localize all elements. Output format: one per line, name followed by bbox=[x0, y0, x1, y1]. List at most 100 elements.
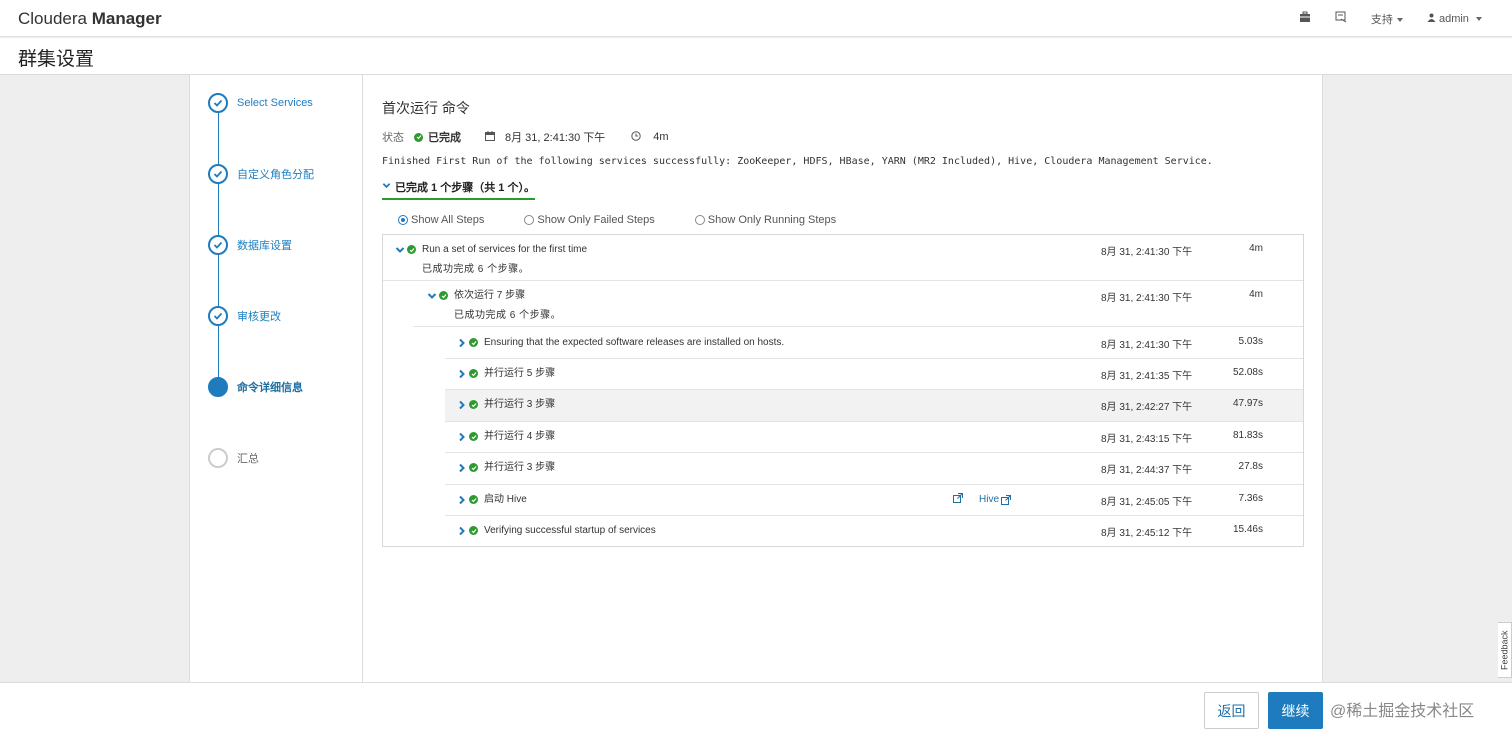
wizard-step-command-details[interactable]: 命令详细信息 bbox=[208, 377, 303, 397]
step-duration: 7.36s bbox=[1238, 493, 1263, 504]
step-time: 8月 31, 2:41:35 下午 bbox=[1101, 371, 1193, 382]
success-check-icon bbox=[414, 132, 423, 142]
calendar-icon bbox=[485, 130, 495, 144]
user-name: admin bbox=[1438, 12, 1469, 25]
steps-table: Run a set of services for the first time… bbox=[382, 234, 1304, 547]
wizard-footer: 返回 继续 @稀土掘金技术社区 bbox=[0, 682, 1512, 738]
wizard-step-review-changes[interactable]: 审核更改 bbox=[208, 306, 281, 326]
success-check-icon bbox=[469, 463, 478, 472]
step-name: 并行运行 5 步骤 bbox=[484, 368, 556, 379]
wizard-step-label: Select Services bbox=[237, 97, 313, 109]
filter-running-steps[interactable]: Show Only Running Steps bbox=[694, 214, 837, 226]
external-link-icon[interactable] bbox=[953, 493, 963, 506]
wizard-step-label: 审核更改 bbox=[237, 311, 281, 323]
check-icon bbox=[208, 235, 228, 255]
active-step-dot-icon bbox=[208, 377, 228, 397]
step-time: 8月 31, 2:41:30 下午 bbox=[1101, 340, 1193, 351]
running-commands-icon[interactable] bbox=[1335, 11, 1347, 26]
success-check-icon bbox=[439, 291, 448, 300]
wizard-step-select-services[interactable]: Select Services bbox=[208, 93, 313, 113]
step-name: 启动 Hive bbox=[484, 494, 527, 505]
page-title: 群集设置 bbox=[18, 49, 95, 70]
step-subtext: 已成功完成 6 个步骤。 bbox=[454, 310, 562, 321]
step-row[interactable]: Ensuring that the expected software rele… bbox=[445, 327, 1303, 359]
step-duration: 5.03s bbox=[1238, 336, 1263, 347]
step-row-root[interactable]: Run a set of services for the first time… bbox=[383, 235, 1303, 281]
step-row[interactable]: 启动 Hive Hive 8月 31, 2:45:05 下午 7.36s bbox=[445, 485, 1303, 516]
user-menu[interactable]: admin bbox=[1427, 13, 1482, 25]
step-row[interactable]: Verifying successful startup of services… bbox=[445, 516, 1303, 547]
step-time: 8月 31, 2:41:30 下午 bbox=[1101, 293, 1193, 304]
chevron-right-icon[interactable] bbox=[457, 400, 467, 410]
step-name: Ensuring that the expected software rele… bbox=[484, 337, 785, 348]
success-check-icon bbox=[407, 245, 416, 254]
success-check-icon bbox=[469, 369, 478, 378]
step-time: 8月 31, 2:43:15 下午 bbox=[1101, 434, 1193, 445]
step-row[interactable]: 并行运行 3 步骤 8月 31, 2:44:37 下午 27.8s bbox=[445, 453, 1303, 485]
wizard-step-label: 数据库设置 bbox=[237, 240, 292, 252]
wizard-step-label: 自定义角色分配 bbox=[237, 169, 314, 181]
chevron-right-icon[interactable] bbox=[457, 495, 467, 505]
steps-summary-toggle[interactable]: 已完成 1 个步骤（共 1 个）。 bbox=[382, 179, 535, 200]
step-name: 并行运行 3 步骤 bbox=[484, 399, 556, 410]
chevron-right-icon[interactable] bbox=[457, 432, 467, 442]
step-name: 依次运行 7 步骤 bbox=[454, 290, 526, 301]
result-message: Finished First Run of the following serv… bbox=[382, 156, 1213, 167]
duration: 4m bbox=[653, 131, 669, 143]
step-time: 8月 31, 2:45:05 下午 bbox=[1101, 497, 1193, 508]
clock-icon bbox=[631, 130, 641, 144]
radio[interactable] bbox=[694, 215, 705, 225]
wizard-step-label: 汇总 bbox=[237, 453, 259, 465]
radio-selected[interactable] bbox=[398, 215, 408, 225]
wizard-step-role-assignment[interactable]: 自定义角色分配 bbox=[208, 164, 314, 184]
chevron-down-icon bbox=[382, 181, 391, 193]
step-name: Verifying successful startup of services bbox=[484, 525, 656, 536]
success-check-icon bbox=[469, 400, 478, 409]
check-icon bbox=[208, 306, 228, 326]
back-button[interactable]: 返回 bbox=[1204, 692, 1259, 729]
command-details-panel: 首次运行 命令 状态 已完成 8月 31, 2:41:30 下午 4m Fini… bbox=[363, 75, 1323, 682]
radio[interactable] bbox=[524, 215, 535, 225]
step-row[interactable]: 并行运行 4 步骤 8月 31, 2:43:15 下午 81.83s bbox=[445, 422, 1303, 453]
command-status-row: 状态 已完成 8月 31, 2:41:30 下午 4m bbox=[382, 129, 669, 145]
external-link-icon bbox=[1001, 494, 1012, 505]
pending-step-circle-icon bbox=[208, 448, 228, 468]
step-time: 8月 31, 2:41:30 下午 bbox=[1101, 247, 1193, 258]
chevron-right-icon[interactable] bbox=[457, 526, 467, 536]
status-badge: 已完成 bbox=[414, 129, 461, 145]
parcel-icon[interactable] bbox=[1299, 11, 1311, 26]
success-check-icon bbox=[469, 526, 478, 535]
step-row[interactable]: 并行运行 3 步骤 8月 31, 2:42:27 下午 47.97s bbox=[445, 390, 1303, 422]
app-logo[interactable]: Cloudera Manager bbox=[18, 9, 162, 29]
filter-label: Show All Steps bbox=[411, 214, 485, 226]
chevron-right-icon[interactable] bbox=[457, 369, 467, 379]
filter-all-steps[interactable]: Show All Steps bbox=[398, 214, 484, 226]
chevron-right-icon[interactable] bbox=[457, 463, 467, 473]
chevron-right-icon[interactable] bbox=[457, 338, 467, 348]
support-menu[interactable]: 支持 bbox=[1371, 11, 1403, 27]
chevron-down-icon[interactable] bbox=[395, 245, 405, 255]
wizard-sidebar: Select Services 自定义角色分配 数据库设置 审核更改 命令详细信… bbox=[189, 75, 363, 682]
step-duration: 4m bbox=[1249, 243, 1263, 254]
check-icon bbox=[208, 93, 228, 113]
filter-failed-steps[interactable]: Show Only Failed Steps bbox=[524, 214, 655, 226]
wizard-step-label: 命令详细信息 bbox=[237, 382, 303, 394]
filter-label: Show Only Running Steps bbox=[707, 214, 837, 226]
step-name: 并行运行 4 步骤 bbox=[484, 431, 556, 442]
feedback-tab[interactable]: Feedback bbox=[1498, 622, 1512, 678]
command-title: 首次运行 命令 bbox=[382, 100, 470, 116]
step-time: 8月 31, 2:44:37 下午 bbox=[1101, 465, 1193, 476]
step-row[interactable]: 并行运行 5 步骤 8月 31, 2:41:35 下午 52.08s bbox=[445, 359, 1303, 390]
continue-button[interactable]: 继续 bbox=[1268, 692, 1323, 729]
step-row-group[interactable]: 依次运行 7 步骤 已成功完成 6 个步骤。 8月 31, 2:41:30 下午… bbox=[413, 281, 1303, 327]
wizard-step-database-setup[interactable]: 数据库设置 bbox=[208, 235, 292, 255]
page-header: 群集设置 bbox=[0, 38, 1512, 75]
step-name: 并行运行 3 步骤 bbox=[484, 462, 556, 473]
step-name: Run a set of services for the first time bbox=[422, 244, 588, 255]
step-duration: 81.83s bbox=[1232, 430, 1263, 441]
hive-link[interactable]: Hive bbox=[979, 494, 1012, 505]
step-duration: 52.08s bbox=[1232, 367, 1263, 378]
watermark: @稀土掘金技术社区 bbox=[1330, 703, 1475, 720]
wizard-step-summary: 汇总 bbox=[208, 448, 259, 468]
chevron-down-icon[interactable] bbox=[427, 291, 437, 301]
